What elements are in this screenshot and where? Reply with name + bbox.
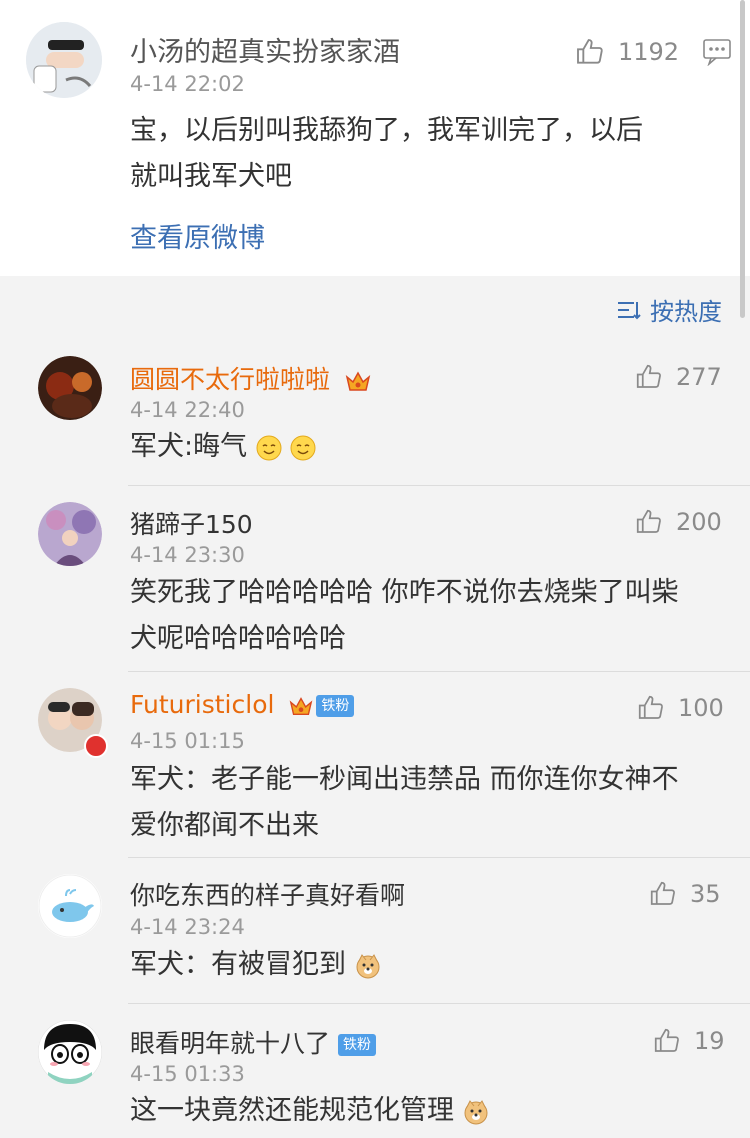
comment-text: 军犬：有被冒犯到 — [130, 942, 381, 988]
like-button[interactable]: 19 — [652, 1026, 725, 1056]
like-count: 35 — [690, 880, 721, 908]
comment-text-line: 犬呢哈哈哈哈哈哈 — [130, 623, 346, 654]
post-like-button[interactable]: 1192 — [574, 36, 679, 68]
vip-crown-icon — [290, 697, 313, 716]
doge-emoji-icon — [464, 1099, 488, 1124]
avatar[interactable] — [38, 502, 102, 566]
thumbs-up-icon — [636, 509, 661, 533]
like-count: 277 — [676, 363, 722, 391]
thumbs-up-icon — [638, 695, 663, 719]
thumbs-up-icon — [636, 364, 661, 388]
comment-text-line: 笑死我了哈哈哈哈哈 你咋不说你去烧柴了叫柴 — [130, 577, 679, 608]
divider — [128, 671, 750, 672]
thumbs-up-icon — [650, 881, 675, 905]
comment-time: 4-14 23:30 — [130, 543, 245, 567]
comment-text: 军犬：老子能一秒闻出违禁品 而你连你女神不 爱你都闻不出来 — [130, 757, 730, 849]
comment-time: 4-15 01:15 — [130, 729, 245, 753]
like-button[interactable]: 100 — [636, 693, 724, 723]
like-count: 200 — [676, 508, 722, 536]
post-text: 宝，以后别叫我舔狗了，我军训完了，以后 就叫我军犬吧 — [130, 108, 730, 200]
like-button[interactable]: 277 — [634, 362, 722, 392]
comment-text: 军犬:晦气 — [130, 424, 316, 470]
username-text: 圆圆不太行啦啦啦 — [130, 365, 331, 394]
avatar[interactable] — [26, 22, 102, 98]
comment-username[interactable]: 眼看明年就十八了 铁粉 — [130, 1024, 377, 1060]
original-post-card: 小汤的超真实扮家家酒 4-14 22:02 1192 宝，以后别叫我舔狗了，我军… — [0, 0, 750, 276]
like-button[interactable]: 200 — [634, 507, 722, 537]
sort-icon — [618, 301, 641, 319]
avatar[interactable] — [38, 1020, 102, 1084]
post-time: 4-14 22:02 — [130, 72, 245, 96]
comment-username[interactable]: 圆圆不太行啦啦啦 — [130, 360, 372, 396]
view-original-link[interactable]: 查看原微博 — [130, 216, 265, 255]
like-count: 100 — [678, 694, 724, 722]
smile-emoji-icon — [256, 435, 282, 460]
divider — [128, 1003, 750, 1004]
comment-text-line: 军犬：老子能一秒闻出违禁品 而你连你女神不 — [130, 764, 679, 795]
thumbs-up-icon — [577, 39, 603, 64]
comment-username[interactable]: 猪蹄子150 — [130, 505, 253, 541]
comment-text: 这一块竟然还能规范化管理 — [130, 1088, 489, 1134]
comment-time: 4-14 22:40 — [130, 398, 245, 422]
comment-text-content: 军犬:晦气 — [130, 431, 248, 462]
post-text-line: 就叫我军犬吧 — [130, 161, 292, 192]
divider — [128, 857, 750, 858]
doge-emoji-icon — [356, 953, 380, 978]
avatar[interactable] — [38, 874, 102, 938]
comment-icon[interactable] — [702, 38, 732, 70]
scrollbar[interactable] — [740, 0, 745, 318]
comment-time: 4-14 23:24 — [130, 915, 245, 939]
like-count: 19 — [694, 1027, 725, 1055]
username-text: 眼看明年就十八了 — [130, 1029, 331, 1058]
comment-time: 4-15 01:33 — [130, 1062, 245, 1086]
post-username[interactable]: 小汤的超真实扮家家酒 — [130, 30, 400, 69]
comment-text: 笑死我了哈哈哈哈哈 你咋不说你去烧柴了叫柴 犬呢哈哈哈哈哈哈 — [130, 570, 730, 662]
vip-crown-icon — [345, 371, 371, 391]
comment-username[interactable]: Futuristiclol 铁粉 — [130, 690, 355, 719]
smile-emoji-icon — [290, 435, 316, 460]
fan-badge: 铁粉 — [316, 695, 355, 717]
comment-text-content: 这一块竟然还能规范化管理 — [130, 1095, 454, 1126]
post-like-count: 1192 — [618, 38, 680, 66]
username-text: Futuristiclol — [130, 690, 275, 719]
comment-username[interactable]: 你吃东西的样子真好看啊 — [130, 876, 405, 912]
sort-label: 按热度 — [650, 298, 722, 326]
like-button[interactable]: 35 — [648, 879, 721, 909]
verified-badge-icon — [84, 734, 108, 758]
sort-button[interactable]: 按热度 — [616, 292, 722, 327]
post-text-line: 宝，以后别叫我舔狗了，我军训完了，以后 — [130, 115, 643, 146]
avatar[interactable] — [38, 356, 102, 420]
thumbs-up-icon — [654, 1028, 679, 1052]
divider — [128, 485, 750, 486]
comment-text-line: 爱你都闻不出来 — [130, 810, 319, 841]
fan-badge: 铁粉 — [338, 1034, 377, 1056]
comment-text-content: 军犬：有被冒犯到 — [130, 949, 346, 980]
